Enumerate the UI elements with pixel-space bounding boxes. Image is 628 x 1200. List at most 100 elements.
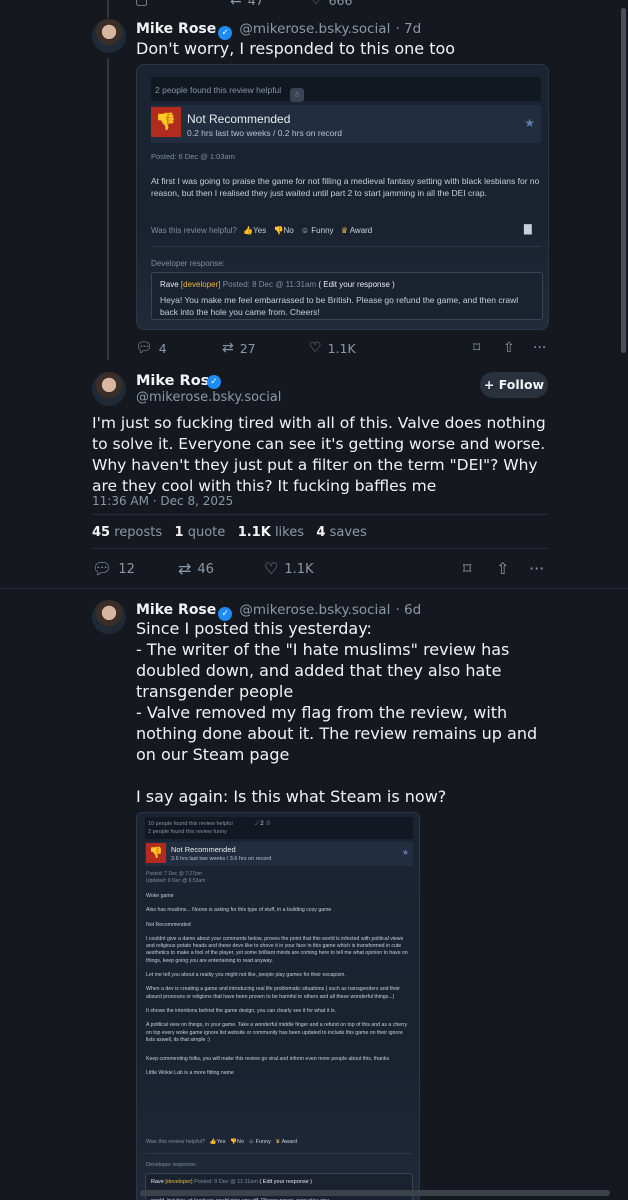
follow-button[interactable]: + Follow <box>480 372 548 398</box>
dev-response-label: Developer response: <box>151 259 225 268</box>
reply-icon: 💬︎ <box>92 559 113 578</box>
repost-button[interactable]: ⇄ 46 <box>178 561 264 577</box>
avatar[interactable] <box>92 19 126 53</box>
review-body: At first I was going to praise the game … <box>151 176 540 198</box>
funny-button[interactable]: ☺ Funny <box>301 226 334 235</box>
saves-stat[interactable]: 4 saves <box>316 525 366 540</box>
more-icon: ··· <box>529 559 545 578</box>
quotes-stat[interactable]: 1 quote <box>175 525 226 540</box>
thread-line <box>107 58 109 360</box>
repost-icon: ⇄ <box>230 0 242 8</box>
dev-divider <box>151 246 541 247</box>
stats-divider <box>92 514 548 515</box>
dev-divider <box>145 1153 413 1154</box>
verified-badge-icon: ✓ <box>207 375 221 389</box>
award-ribbon-icon: ♛ <box>340 226 348 235</box>
avatar[interactable] <box>92 600 126 634</box>
review-body: Woke game Also has muslims... Noone is a… <box>146 893 408 1077</box>
dev-response-box: Rave [developer] Posted: 8 Dec @ 11:31am… <box>151 272 543 320</box>
steam-review-embed[interactable]: 2 people found this review helpful ☃ 👎 N… <box>136 64 549 330</box>
review-helpful-row: Was this review helpful? 👍Yes 👎No ☺ Funn… <box>151 226 373 235</box>
horizontal-scrollbar[interactable] <box>140 1190 610 1196</box>
award-button[interactable]: ♛ Award <box>341 226 372 235</box>
reply-count[interactable]: ▢ <box>135 0 230 7</box>
vertical-scrollbar[interactable] <box>621 8 626 353</box>
star-icon[interactable]: ★ <box>524 116 535 130</box>
author-handle[interactable]: @mikerose.bsky.social <box>239 21 390 37</box>
post-header: Mike Rose ✓ @mikerose.bsky.social · 7d <box>136 18 421 40</box>
review-posted: Posted: 6 Dec @ 1:03am <box>151 152 235 161</box>
award-icons: ☄2 ☃ <box>255 821 271 827</box>
share-icon: ⇧ <box>503 340 515 356</box>
reposts-stat[interactable]: 45 reposts <box>92 525 162 540</box>
author-name[interactable]: Mike Rose <box>136 21 216 37</box>
post-timestamp: 11:36 AM · Dec 8, 2025 <box>92 494 234 508</box>
steam-review-embed[interactable]: 10 people found this review helpful 2 pe… <box>136 812 420 1200</box>
post-time[interactable]: · 6d <box>395 602 421 618</box>
star-icon[interactable]: ★ <box>402 848 409 857</box>
no-button[interactable]: 👎No <box>273 226 293 235</box>
like-button[interactable]: ♡ 1.1K <box>264 559 463 578</box>
repost-button[interactable]: ⇄ 27 <box>222 341 309 356</box>
bookmark-button[interactable]: ⌑ <box>463 559 496 578</box>
dev-response-header: Rave [developer] Posted: 9 Dec @ 11:11am… <box>151 1179 313 1185</box>
no-button[interactable]: 👎No <box>230 1139 244 1145</box>
post-time[interactable]: · 7d <box>395 21 421 37</box>
review-verdict: Not Recommended <box>187 112 291 126</box>
dev-response-text: Heya! You make me feel embarrassed to be… <box>160 295 519 317</box>
flag-icon[interactable]: ▇ <box>524 224 532 235</box>
author-handle[interactable]: @mikerose.bsky.social <box>239 602 390 618</box>
like-button[interactable]: ♡ 1.1K <box>309 341 473 356</box>
share-icon: ⇧ <box>496 559 510 578</box>
award-ribbon-icon: ♛ <box>275 1139 281 1145</box>
reply-button[interactable]: 💬︎ 12 <box>92 559 178 578</box>
post-stats: 45 reposts 1 quote 1.1K likes 4 saves <box>92 525 367 540</box>
edit-response-link[interactable]: ( Edit your response ) <box>318 280 394 289</box>
post1-actions: 💬︎ 4 ⇄ 27 ♡ 1.1K ⌑ ⇧ ··· <box>135 340 555 356</box>
more-button[interactable]: ··· <box>529 559 549 578</box>
like-count[interactable]: ♡ 666 <box>310 0 405 8</box>
thumbs-down-icon: 👎 <box>151 107 181 137</box>
more-button[interactable]: ··· <box>533 341 553 355</box>
bookmark-icon: ⌑ <box>473 340 481 356</box>
review-header: 👎 Not Recommended 0.2 hrs last two weeks… <box>151 105 541 143</box>
post-divider <box>0 588 628 589</box>
repost-icon: ⇄ <box>222 340 234 356</box>
helpful-bar: 10 people found this review helpful 2 pe… <box>145 817 413 839</box>
bookmark-icon: ⌑ <box>463 559 472 578</box>
award-button[interactable]: ♛ Award <box>275 1139 297 1145</box>
heart-icon: ♡ <box>264 559 279 578</box>
reply-button[interactable]: 💬︎ 4 <box>135 341 222 356</box>
post-text: Since I posted this yesterday: - The wri… <box>136 619 538 806</box>
share-button[interactable]: ⇧ <box>496 559 529 578</box>
funny-button[interactable]: ☺ Funny <box>248 1139 270 1145</box>
avatar[interactable] <box>92 372 126 406</box>
review-hours: 3.6 hrs last two weeks / 3.6 hrs on reco… <box>171 856 272 862</box>
thumbs-down-icon: 👎 <box>146 843 166 863</box>
share-button[interactable]: ⇧ <box>503 341 533 355</box>
likes-stat[interactable]: 1.1K likes <box>238 525 304 540</box>
heart-icon: ♡ <box>309 340 322 356</box>
stats-divider <box>92 548 548 549</box>
post2-actions: 💬︎ 12 ⇄ 46 ♡ 1.1K ⌑ ⇧ ··· <box>92 561 552 577</box>
post-text: Don't worry, I responded to this one too <box>136 39 456 58</box>
review-posted: Posted: 7 Dec @ 7:27pm Updated: 9 Dec @ … <box>146 871 206 884</box>
top-partial-actions: ▢ ⇄ 47 ♡ 666 <box>135 0 555 8</box>
dev-response-header: Rave [developer] Posted: 8 Dec @ 11:31am… <box>160 280 395 289</box>
bookmark-button[interactable]: ⌑ <box>473 341 503 355</box>
author-name[interactable]: Mike Rose <box>136 602 216 618</box>
more-icon: ··· <box>533 340 547 356</box>
yes-button[interactable]: 👍Yes <box>210 1139 226 1145</box>
review-header: 👎 Not Recommended 3.6 hrs last two weeks… <box>145 842 413 866</box>
repost-count[interactable]: ⇄ 47 <box>230 0 310 8</box>
helpful-bar: 2 people found this review helpful ☃ <box>151 77 541 102</box>
reply-icon: ▢ <box>135 0 149 8</box>
yes-button[interactable]: 👍Yes <box>243 226 266 235</box>
edit-response-link[interactable]: ( Edit your response ) <box>259 1179 312 1185</box>
heart-icon: ♡ <box>310 0 323 8</box>
review-verdict: Not Recommended <box>171 845 236 854</box>
reply-icon: 💬︎ <box>135 340 153 356</box>
author-handle[interactable]: @mikerose.bsky.social <box>136 390 281 405</box>
award-icon: ☃ <box>289 88 304 102</box>
thread-line <box>107 0 109 18</box>
